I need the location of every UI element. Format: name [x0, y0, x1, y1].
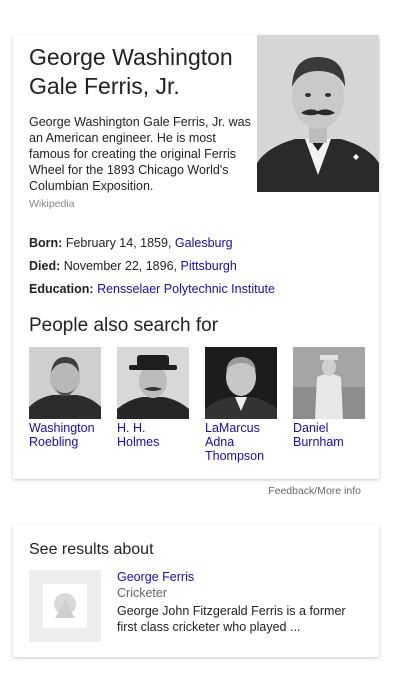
person-card-lamarcus-thompson[interactable]: LaMarcus Adna Thompson: [205, 347, 279, 463]
people-also-search-list: Washington Roebling H. H. Holmes LaMarcu…: [29, 347, 373, 467]
result-thumbnail[interactable]: [29, 570, 101, 642]
fact-born: Born: February 14, 1859, Galesburg: [29, 232, 369, 255]
person-portrait-icon: [117, 347, 189, 419]
person-name-link[interactable]: LaMarcus Adna Thompson: [205, 421, 279, 463]
person-thumbnail[interactable]: [117, 347, 189, 419]
person-name-link[interactable]: Washington Roebling: [29, 421, 103, 449]
result-description: George John Fitzgerald Ferris is a forme…: [117, 604, 346, 634]
fact-label: Born:: [29, 236, 63, 250]
fact-link-pittsburgh[interactable]: Pittsburgh: [180, 259, 236, 273]
person-card-washington-roebling[interactable]: Washington Roebling: [29, 347, 103, 449]
source-link[interactable]: Wikipedia: [29, 198, 75, 210]
result-subtitle: Cricketer: [117, 586, 168, 600]
person-name-link[interactable]: H. H. Holmes: [117, 421, 191, 449]
person-thumbnail[interactable]: [29, 347, 101, 419]
see-results-heading: See results about: [29, 541, 154, 558]
see-results-about-card: See results about George Ferris Crickete…: [13, 525, 379, 657]
fact-value: November 22, 1896,: [63, 259, 181, 273]
person-card-daniel-burnham[interactable]: Daniel Burnham: [293, 347, 367, 449]
fact-label: Education:: [29, 282, 94, 296]
knowledge-panel-card: George Washington Gale Ferris, Jr. Georg…: [13, 35, 379, 479]
person-portrait-icon: [257, 35, 379, 192]
people-also-search-heading: People also search for: [29, 315, 219, 336]
fact-education: Education: Rensselaer Polytechnic Instit…: [29, 278, 369, 301]
fact-link-galesburg[interactable]: Galesburg: [175, 236, 233, 250]
facts-list: Born: February 14, 1859, Galesburg Died:…: [29, 232, 369, 301]
feedback-link[interactable]: Feedback/More info: [268, 485, 361, 497]
fact-link-rensselaer[interactable]: Rensselaer Polytechnic Institute: [97, 282, 275, 296]
person-thumbnail[interactable]: [293, 347, 365, 419]
person-card-hh-holmes[interactable]: H. H. Holmes: [117, 347, 191, 449]
fact-label: Died:: [29, 259, 61, 273]
person-portrait-icon: [205, 347, 277, 419]
fact-died: Died: November 22, 1896, Pittsburgh: [29, 255, 369, 278]
fact-value: February 14, 1859,: [65, 236, 175, 250]
entity-description: George Washington Gale Ferris, Jr. was a…: [29, 115, 251, 193]
person-name-link[interactable]: Daniel Burnham: [293, 421, 367, 449]
entity-title: George Washington Gale Ferris, Jr.: [29, 44, 233, 99]
result-title-link[interactable]: George Ferris: [117, 570, 194, 584]
person-portrait-icon: [293, 347, 365, 419]
portrait-image[interactable]: [257, 35, 379, 192]
person-portrait-icon: [29, 347, 101, 419]
shapes-placeholder-icon: [29, 570, 101, 642]
person-thumbnail[interactable]: [205, 347, 277, 419]
